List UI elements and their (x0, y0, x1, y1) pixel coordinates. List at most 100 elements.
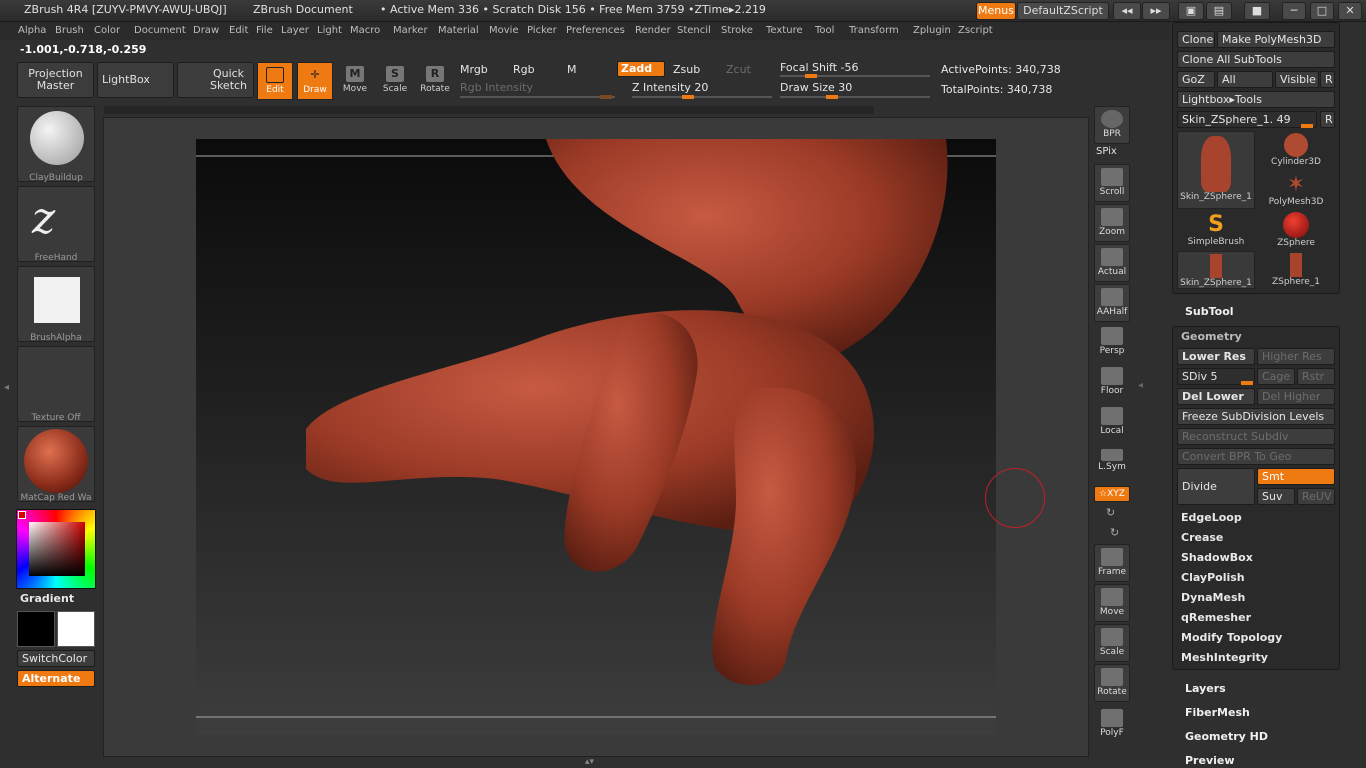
sdiv-knob[interactable] (1241, 381, 1253, 385)
collapse-right-icon[interactable]: ◂ (1138, 380, 1143, 391)
lightbox-tools-button[interactable]: Lightbox▸Tools (1177, 91, 1335, 108)
divide-button[interactable]: Divide (1177, 468, 1255, 505)
current-tool-slider[interactable]: Skin_ZSphere_1. 49 (1177, 111, 1317, 128)
xyz-button[interactable]: ☆XYZ (1094, 486, 1130, 502)
layers-header[interactable]: Layers (1185, 682, 1226, 695)
floor-button[interactable]: Floor (1094, 364, 1130, 402)
cage-button[interactable]: Cage (1257, 368, 1295, 385)
claypolish-section[interactable]: ClayPolish (1181, 571, 1245, 584)
rgb-intensity-slider[interactable]: Rgb Intensity (460, 81, 533, 94)
clone-all-subtools-button[interactable]: Clone All SubTools (1177, 51, 1335, 68)
scale-view-button[interactable]: Scale (1094, 624, 1130, 662)
stroke-thumbnail[interactable]: z FreeHand (17, 186, 95, 263)
freeze-subdivision-button[interactable]: Freeze SubDivision Levels (1177, 408, 1335, 425)
meshintegrity-section[interactable]: MeshIntegrity (1181, 651, 1268, 664)
menu-texture[interactable]: Texture (766, 25, 803, 36)
rotate-view-button[interactable]: Rotate (1094, 664, 1130, 702)
tool-zsphere-1[interactable]: ZSphere_1 (1257, 251, 1335, 289)
menus-button[interactable]: Menus (976, 2, 1016, 20)
suv-toggle[interactable]: Suv (1257, 488, 1295, 505)
menu-material[interactable]: Material (438, 25, 479, 36)
tool-skin-zsphere-1[interactable]: Skin_ZSphere_1 (1177, 131, 1255, 209)
subtool-header[interactable]: SubTool (1185, 305, 1234, 318)
spix-slider[interactable]: SPix (1096, 146, 1117, 157)
preview-header[interactable]: Preview (1185, 754, 1235, 767)
color-picker[interactable] (16, 509, 96, 589)
polyf-button[interactable]: PolyF (1094, 706, 1130, 744)
switch-color-button[interactable]: SwitchColor (17, 650, 95, 667)
menu-stencil[interactable]: Stencil (677, 25, 711, 36)
goz-visible-button[interactable]: Visible (1275, 71, 1319, 88)
focal-shift-track[interactable] (780, 74, 930, 78)
minimize-icon[interactable]: ─ (1282, 2, 1306, 20)
move-view-button[interactable]: Move (1094, 584, 1130, 622)
menu-layer[interactable]: Layer (281, 25, 309, 36)
rgb-intensity-track[interactable] (460, 95, 615, 99)
shadowbox-section[interactable]: ShadowBox (1181, 551, 1253, 564)
menu-marker[interactable]: Marker (393, 25, 428, 36)
lock-icon[interactable]: ■ (1244, 2, 1270, 20)
default-zscript-button[interactable]: DefaultZScript (1017, 2, 1109, 20)
rgb-intensity-knob[interactable] (600, 95, 612, 99)
menu-transform[interactable]: Transform (849, 25, 899, 36)
mrgb-button[interactable]: Mrgb (460, 63, 488, 76)
z-intensity-knob[interactable] (682, 95, 694, 99)
gradient-label[interactable]: Gradient (20, 592, 74, 605)
menu-draw[interactable]: Draw (193, 25, 219, 36)
menu-color[interactable]: Color (94, 25, 120, 36)
qremesher-section[interactable]: qRemesher (1181, 611, 1251, 624)
edgeloop-section[interactable]: EdgeLoop (1181, 511, 1242, 524)
menu-preferences[interactable]: Preferences (566, 25, 625, 36)
fibermesh-header[interactable]: FiberMesh (1185, 706, 1250, 719)
focal-shift-knob[interactable] (805, 74, 817, 78)
goz-button[interactable]: GoZ (1177, 71, 1215, 88)
del-higher-button[interactable]: Del Higher (1257, 388, 1335, 405)
menu-document[interactable]: Document (134, 25, 186, 36)
edit-button[interactable]: Edit (257, 62, 293, 100)
rstr-button[interactable]: Rstr (1297, 368, 1335, 385)
projection-master-button[interactable]: Projection Master (17, 62, 94, 98)
move-button[interactable]: M Move (336, 62, 374, 100)
draw-size-slider[interactable]: Draw Size 30 (780, 81, 852, 94)
modify-topology-section[interactable]: Modify Topology (1181, 631, 1282, 644)
collapse-bottom-icon[interactable]: ▴▾ (585, 757, 615, 767)
left-arrows-icon[interactable]: ◂◂ (1113, 2, 1141, 20)
current-tool-r-button[interactable]: R (1320, 111, 1335, 128)
crease-section[interactable]: Crease (1181, 531, 1223, 544)
rotate-button[interactable]: R Rotate (416, 62, 454, 100)
close-icon[interactable]: ✕ (1338, 2, 1362, 20)
collapse-left-icon[interactable]: ◂ (4, 382, 12, 412)
alternate-button[interactable]: Alternate (17, 670, 95, 687)
lsym-button[interactable]: L.Sym (1094, 446, 1130, 482)
menu-brush[interactable]: Brush (55, 25, 84, 36)
z-intensity-track[interactable] (632, 95, 772, 99)
tool-skin-zsphere-1-b[interactable]: Skin_ZSphere_1 (1177, 251, 1255, 289)
smt-toggle[interactable]: Smt (1257, 468, 1335, 485)
menu-picker[interactable]: Picker (527, 25, 557, 36)
m-button[interactable]: M (567, 63, 577, 76)
make-polymesh-button[interactable]: Make PolyMesh3D (1217, 31, 1335, 48)
draw-size-knob[interactable] (826, 95, 838, 99)
menu-movie[interactable]: Movie (489, 25, 519, 36)
persp-button[interactable]: Persp (1094, 324, 1130, 362)
brush-thumbnail[interactable]: ClayBuildup (17, 106, 95, 183)
goz-all-button[interactable]: All (1217, 71, 1273, 88)
menu-macro[interactable]: Macro (350, 25, 380, 36)
menu-edit[interactable]: Edit (229, 25, 248, 36)
secondary-color-swatch[interactable] (57, 611, 95, 647)
zoom-button[interactable]: Zoom (1094, 204, 1130, 242)
scroll-button[interactable]: Scroll (1094, 164, 1130, 202)
local-button[interactable]: Local (1094, 404, 1130, 442)
bpr-button[interactable]: BPR (1094, 106, 1130, 144)
focal-shift-slider[interactable]: Focal Shift -56 (780, 61, 858, 74)
rotate-y-icon[interactable]: ↻ (1106, 506, 1115, 519)
material-thumbnail[interactable]: MatCap Red Wa (17, 426, 95, 503)
lightbox-button[interactable]: LightBox (97, 62, 174, 98)
color-square[interactable] (29, 522, 85, 576)
main-color-swatch[interactable] (17, 611, 55, 647)
frame-button[interactable]: Frame (1094, 544, 1130, 582)
tool-simplebrush[interactable]: S SimpleBrush (1177, 211, 1255, 249)
reconstruct-subdiv-button[interactable]: Reconstruct Subdiv (1177, 428, 1335, 445)
tool-polymesh3d[interactable]: ✶ PolyMesh3D (1257, 171, 1335, 209)
menu-stroke[interactable]: Stroke (721, 25, 753, 36)
